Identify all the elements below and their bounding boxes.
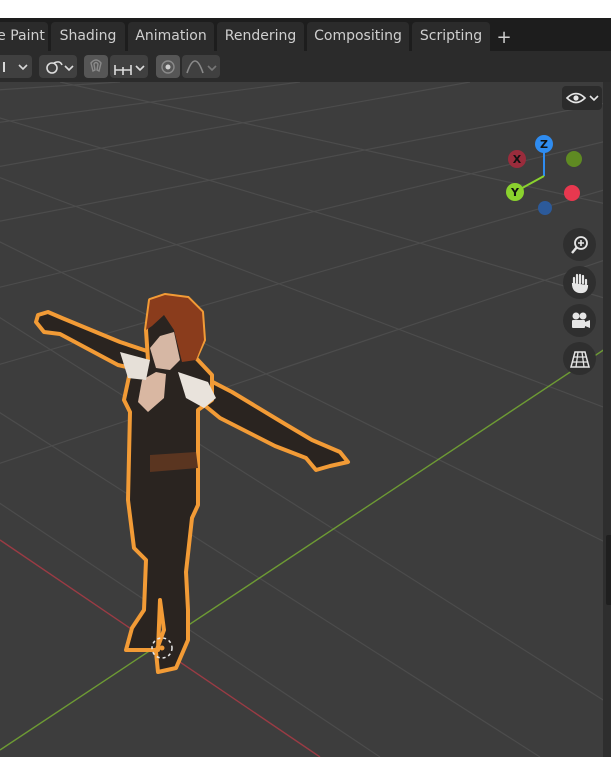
tab-label: e Paint	[0, 28, 45, 44]
tab-label: Animation	[135, 28, 207, 44]
link-icon	[46, 60, 74, 74]
snap-target-dropdown[interactable]	[110, 55, 148, 78]
gizmo-x-label: X	[513, 153, 522, 166]
floor-grid	[0, 82, 611, 757]
viewport-canvas: X Z Y	[0, 82, 611, 757]
gizmo-y-label: Y	[510, 186, 520, 199]
gizmo-z-label: Z	[540, 138, 548, 151]
falloff-dropdown[interactable]	[182, 55, 220, 78]
ortho-toggle-button[interactable]	[563, 342, 596, 375]
proportional-edit-toggle[interactable]	[156, 55, 180, 78]
chevron-down-icon	[589, 95, 599, 102]
snap-toggle[interactable]	[84, 55, 108, 78]
gizmo-x[interactable]	[564, 185, 580, 201]
tab-label: Scripting	[419, 28, 483, 44]
3d-viewport[interactable]: X Z Y	[0, 82, 611, 757]
tab-texture-paint[interactable]: e Paint	[0, 22, 48, 51]
tab-label: Compositing	[314, 28, 402, 44]
tab-shading[interactable]: Shading	[51, 22, 125, 51]
tab-rendering[interactable]: Rendering	[217, 22, 304, 51]
eye-visibility-icon	[565, 92, 587, 104]
tab-scripting[interactable]: Scripting	[412, 22, 490, 51]
window-top-strip	[0, 0, 611, 18]
gizmo-neg-y[interactable]	[566, 151, 582, 167]
mode-dropdown-icon	[3, 61, 28, 72]
tab-label: Rendering	[224, 28, 297, 44]
tab-animation[interactable]: Animation	[128, 22, 214, 51]
gizmo-neg-z[interactable]	[538, 201, 552, 215]
pan-button[interactable]	[563, 266, 596, 299]
camera-view-button[interactable]	[563, 304, 596, 337]
pan-hand-icon	[571, 273, 588, 293]
ortho-grid-icon	[569, 350, 590, 368]
y-axis-line	[0, 344, 611, 751]
add-workspace-button[interactable]: +	[491, 26, 517, 50]
tab-label: Shading	[59, 28, 117, 44]
sidebar-edge	[603, 82, 611, 757]
viewport-header-toolbar	[0, 51, 611, 82]
camera-icon	[571, 312, 590, 328]
falloff-curve-icon	[186, 59, 217, 73]
sidebar-tab-handle[interactable]	[606, 535, 611, 605]
object-visibility-dropdown[interactable]	[562, 86, 602, 110]
mode-dropdown[interactable]	[0, 55, 32, 78]
tab-compositing[interactable]: Compositing	[307, 22, 409, 51]
navigation-gizmo[interactable]: X Z Y	[506, 135, 582, 215]
snap-increment-icon	[114, 64, 145, 75]
character-model[interactable]	[34, 293, 350, 674]
zoom-icon	[570, 235, 588, 254]
transform-pivot-dropdown[interactable]	[39, 55, 77, 78]
proportional-edit-icon	[161, 59, 175, 74]
zoom-button[interactable]	[563, 228, 596, 261]
snap-magnet-icon	[90, 58, 102, 72]
workspace-tab-bar: e Paint Shading Animation Rendering Comp…	[0, 18, 611, 51]
